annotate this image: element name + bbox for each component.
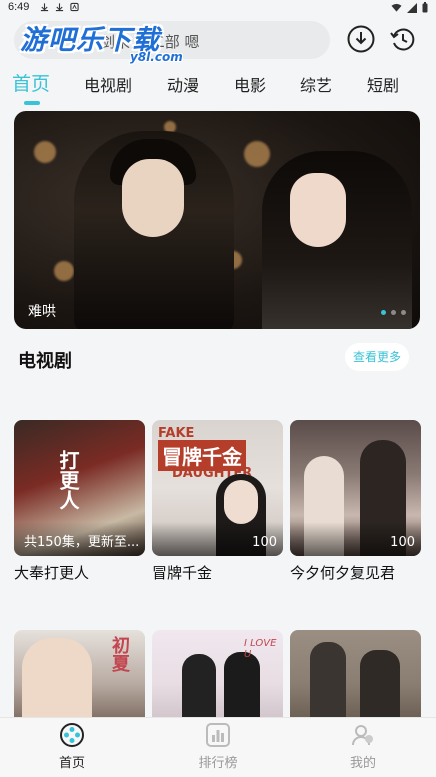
status-bar: 6:49 <box>0 0 436 16</box>
tab-anime[interactable]: 动漫 <box>167 72 199 96</box>
poster[interactable]: 100 <box>290 420 421 556</box>
notification-icon <box>70 2 79 12</box>
signal-icon <box>407 2 417 13</box>
tab-tv[interactable]: 电视剧 <box>84 72 132 96</box>
banner-carousel[interactable]: 难哄 <box>14 111 420 329</box>
nav-ranking[interactable]: 排行榜 <box>178 722 258 771</box>
poster[interactable]: FAKE 冒牌千金 DAUGHTER 100 <box>152 420 283 556</box>
carousel-dot <box>401 310 406 315</box>
carousel-dot <box>391 310 396 315</box>
tab-movie[interactable]: 电影 <box>234 72 266 96</box>
carousel-dots <box>381 310 406 315</box>
episode-badge: 共150集，更新至... <box>24 535 140 550</box>
rating-badge: 100 <box>390 535 415 550</box>
download-icon[interactable] <box>346 24 376 54</box>
download-icon <box>40 3 49 12</box>
drama-card[interactable]: 100 今夕何夕复见君 <box>290 420 421 583</box>
user-icon <box>352 725 373 746</box>
drama-card[interactable]: 打更人 共150集，更新至... 大奉打更人 <box>14 420 145 583</box>
download-icon <box>55 3 64 12</box>
wifi-icon <box>391 3 402 12</box>
film-reel-icon <box>60 723 84 747</box>
poster[interactable] <box>290 630 421 720</box>
chart-icon <box>206 723 230 747</box>
nav-label: 我的 <box>349 756 376 771</box>
battery-icon <box>422 2 428 13</box>
nav-label: 首页 <box>58 756 85 771</box>
card-title[interactable]: 今夕何夕复见君 <box>290 562 421 583</box>
category-tabs: 首页 电视剧 动漫 电影 综艺 短剧 <box>0 66 436 106</box>
tab-indicator <box>24 101 40 105</box>
history-icon[interactable] <box>388 24 418 54</box>
bottom-nav: 首页 排行榜 我的 <box>0 717 436 777</box>
poster-text: 打更人 <box>56 450 80 510</box>
poster[interactable]: 打更人 共150集，更新至... <box>14 420 145 556</box>
card-title[interactable]: 大奉打更人 <box>14 562 145 583</box>
poster[interactable]: 初夏 <box>14 630 145 720</box>
watermark-logo-sub: y8l.com <box>130 50 183 64</box>
tab-home[interactable]: 首页 <box>12 69 50 96</box>
nav-profile[interactable]: 我的 <box>323 722 403 771</box>
tab-variety[interactable]: 综艺 <box>300 72 332 96</box>
view-more-button[interactable]: 查看更多 <box>345 343 409 371</box>
nav-label: 排行榜 <box>198 756 238 771</box>
nav-home[interactable]: 首页 <box>32 722 112 771</box>
poster-text: I LOVE U <box>244 638 277 660</box>
rating-badge: 100 <box>252 535 277 550</box>
drama-card[interactable]: FAKE 冒牌千金 DAUGHTER 100 冒牌千金 <box>152 420 283 583</box>
banner-caption: 难哄 <box>28 304 56 320</box>
tab-short[interactable]: 短剧 <box>367 72 399 96</box>
card-title[interactable]: 冒牌千金 <box>152 562 283 583</box>
section-title: 电视剧 <box>18 351 72 372</box>
poster-text: 初夏 <box>109 636 130 672</box>
carousel-dot <box>381 310 386 315</box>
top-bar: 剑来 第二部 嗯 游吧乐下载 y8l.com <box>0 16 436 66</box>
status-time: 6:49 <box>8 1 30 13</box>
poster[interactable]: I LOVE U <box>152 630 283 720</box>
